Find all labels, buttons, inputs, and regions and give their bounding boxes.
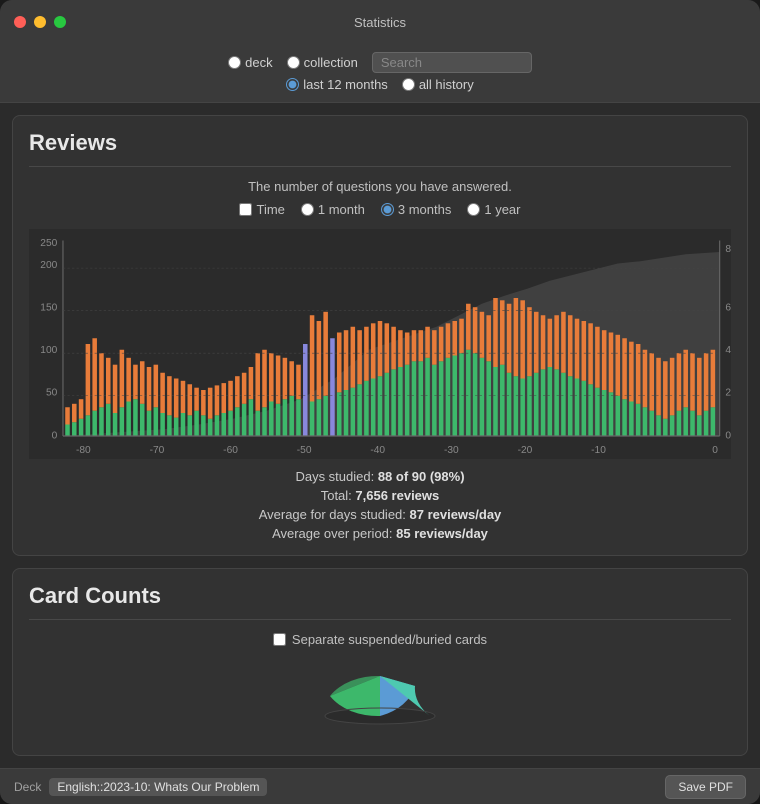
radio-1year[interactable] bbox=[467, 203, 480, 216]
stat-avg-period: Average over period: 85 reviews/day bbox=[272, 526, 488, 541]
close-button[interactable] bbox=[14, 16, 26, 28]
radio-deck[interactable]: deck bbox=[228, 55, 272, 70]
radio-allhistory[interactable]: all history bbox=[402, 77, 474, 92]
svg-text:-80: -80 bbox=[76, 445, 91, 456]
reviews-panel: Reviews The number of questions you have… bbox=[12, 115, 748, 556]
stat-total: Total: 7,656 reviews bbox=[321, 488, 440, 503]
pie-chart-container bbox=[29, 661, 731, 741]
stat-avg-days: Average for days studied: 87 reviews/day bbox=[259, 507, 502, 522]
toolbar-row-2: last 12 months all history bbox=[286, 77, 473, 92]
stat-total-label: Total: bbox=[321, 488, 356, 503]
stat-days-studied: Days studied: 88 of 90 (98%) bbox=[295, 469, 464, 484]
reviews-divider bbox=[29, 166, 731, 167]
stat-avg-period-value: 85 reviews/day bbox=[396, 526, 488, 541]
svg-text:250: 250 bbox=[40, 238, 57, 249]
radio-deck-label: deck bbox=[245, 55, 272, 70]
chart-svg: -80 -70 -60 -50 -40 -30 -20 -10 0 0 50 1… bbox=[29, 229, 731, 459]
option-1year[interactable]: 1 year bbox=[467, 202, 520, 217]
radio-last12-label: last 12 months bbox=[303, 77, 388, 92]
window-title: Statistics bbox=[354, 15, 406, 30]
radio-allhistory-label: all history bbox=[419, 77, 474, 92]
chart-options: Time 1 month 3 months 1 year bbox=[29, 202, 731, 217]
content-area: Reviews The number of questions you have… bbox=[0, 103, 760, 768]
maximize-button[interactable] bbox=[54, 16, 66, 28]
svg-text:-40: -40 bbox=[370, 445, 385, 456]
svg-text:2,000: 2,000 bbox=[725, 388, 731, 399]
radio-3months[interactable] bbox=[381, 203, 394, 216]
svg-text:-20: -20 bbox=[518, 445, 533, 456]
reviews-title: Reviews bbox=[29, 130, 731, 156]
svg-text:50: 50 bbox=[46, 388, 58, 399]
option-time-label: Time bbox=[256, 202, 284, 217]
stats-grid: Days studied: 88 of 90 (98%) Total: 7,65… bbox=[29, 469, 731, 541]
separate-cards-checkbox[interactable] bbox=[273, 633, 286, 646]
stat-days-value: 88 of 90 (98%) bbox=[378, 469, 465, 484]
svg-text:0: 0 bbox=[52, 430, 58, 441]
option-3months-label: 3 months bbox=[398, 202, 451, 217]
card-counts-panel: Card Counts Separate suspended/buried ca… bbox=[12, 568, 748, 756]
svg-text:8,000: 8,000 bbox=[725, 244, 731, 255]
traffic-lights bbox=[14, 16, 66, 28]
pie-chart-svg bbox=[320, 661, 440, 741]
separate-cards-label: Separate suspended/buried cards bbox=[292, 632, 487, 647]
statusbar: Deck English::2023-10: Whats Our Problem… bbox=[0, 768, 760, 804]
radio-last12-input[interactable] bbox=[286, 78, 299, 91]
svg-text:100: 100 bbox=[40, 345, 57, 356]
titlebar: Statistics bbox=[0, 0, 760, 44]
toolbar-row-1: deck collection bbox=[228, 52, 532, 73]
radio-1month[interactable] bbox=[301, 203, 314, 216]
stat-avg-days-value: 87 reviews/day bbox=[410, 507, 502, 522]
svg-text:-60: -60 bbox=[223, 445, 238, 456]
reviews-chart: -80 -70 -60 -50 -40 -30 -20 -10 0 0 50 1… bbox=[29, 229, 731, 459]
card-counts-divider bbox=[29, 619, 731, 620]
radio-collection-input[interactable] bbox=[287, 56, 300, 69]
chart-description: The number of questions you have answere… bbox=[29, 179, 731, 194]
radio-collection[interactable]: collection bbox=[287, 55, 358, 70]
card-counts-option: Separate suspended/buried cards bbox=[29, 632, 731, 647]
option-1year-label: 1 year bbox=[484, 202, 520, 217]
main-window: Statistics deck collection last 12 month… bbox=[0, 0, 760, 804]
card-counts-title: Card Counts bbox=[29, 583, 731, 609]
svg-text:-70: -70 bbox=[150, 445, 165, 456]
statusbar-left: Deck English::2023-10: Whats Our Problem bbox=[14, 778, 267, 796]
radio-deck-input[interactable] bbox=[228, 56, 241, 69]
option-3months[interactable]: 3 months bbox=[381, 202, 451, 217]
stat-total-value: 7,656 reviews bbox=[355, 488, 439, 503]
svg-text:-10: -10 bbox=[591, 445, 606, 456]
option-time[interactable]: Time bbox=[239, 202, 284, 217]
stat-avg-days-label: Average for days studied: bbox=[259, 507, 410, 522]
toolbar: deck collection last 12 months all histo… bbox=[0, 44, 760, 103]
option-1month[interactable]: 1 month bbox=[301, 202, 365, 217]
radio-collection-label: collection bbox=[304, 55, 358, 70]
radio-allhistory-input[interactable] bbox=[402, 78, 415, 91]
option-1month-label: 1 month bbox=[318, 202, 365, 217]
deck-label: Deck bbox=[14, 780, 41, 794]
stat-avg-period-label: Average over period: bbox=[272, 526, 396, 541]
minimize-button[interactable] bbox=[34, 16, 46, 28]
svg-text:6,000: 6,000 bbox=[725, 303, 731, 314]
radio-last12[interactable]: last 12 months bbox=[286, 77, 388, 92]
svg-text:-30: -30 bbox=[444, 445, 459, 456]
svg-text:-50: -50 bbox=[297, 445, 312, 456]
svg-text:0: 0 bbox=[712, 445, 718, 456]
svg-text:4,000: 4,000 bbox=[725, 345, 731, 356]
stat-days-label: Days studied: bbox=[295, 469, 377, 484]
search-input[interactable] bbox=[372, 52, 532, 73]
save-pdf-button[interactable]: Save PDF bbox=[665, 775, 746, 799]
checkbox-time[interactable] bbox=[239, 203, 252, 216]
svg-text:200: 200 bbox=[40, 260, 57, 271]
deck-name[interactable]: English::2023-10: Whats Our Problem bbox=[49, 778, 267, 796]
svg-text:150: 150 bbox=[40, 303, 57, 314]
svg-text:0: 0 bbox=[725, 430, 731, 441]
